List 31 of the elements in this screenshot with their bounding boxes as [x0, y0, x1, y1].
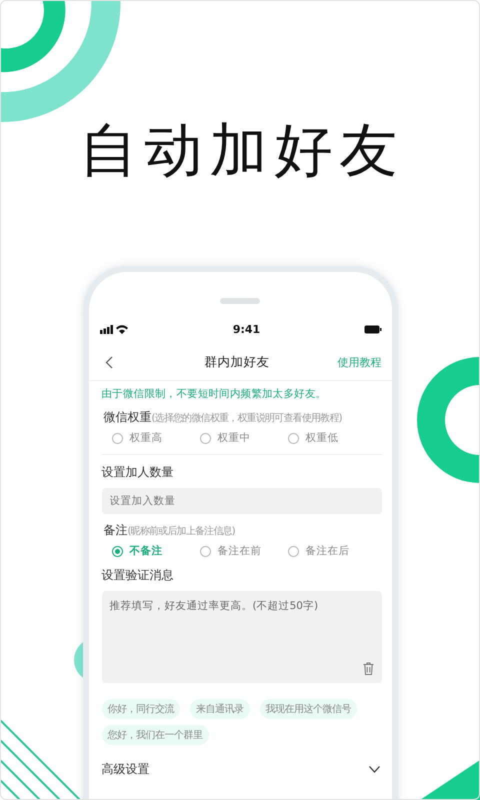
status-time: 9:41 [232, 322, 260, 336]
battery-icon [364, 324, 382, 334]
message-input-field[interactable]: 推荐填写，好友通过率更高。(不超过50字) [102, 591, 382, 683]
notice-text: 由于微信限制，不要短时间内频繁加太多好友。 [102, 387, 328, 401]
template-chip[interactable]: 来自通讯录 [190, 699, 250, 719]
speaker-slot [220, 298, 260, 304]
field-hint: (昵称前或后加上备注信息) [128, 524, 235, 538]
headline: 自动加好友 [80, 115, 404, 186]
advanced-settings-label[interactable]: 高级设置 [102, 761, 150, 778]
chevron-down-icon[interactable] [368, 766, 380, 773]
template-chip[interactable]: 我现在用这个微信号 [260, 699, 357, 719]
radio-option[interactable]: 备注在前 [200, 544, 288, 558]
radio-option[interactable]: 权重高 [112, 431, 200, 445]
triangle-drawing [420, 760, 480, 800]
radio-option[interactable]: 权重中 [200, 431, 288, 445]
field-label: 设置验证消息 [102, 567, 174, 584]
tutorial-link[interactable]: 使用教程 [338, 354, 382, 370]
template-chip[interactable]: 您好，我们在一个群里 [102, 725, 208, 745]
count-input-field[interactable]: 设置加入数量 [102, 488, 382, 514]
field-label: 微信权重 [104, 409, 152, 426]
screen-title: 群内加好友 [204, 354, 270, 370]
radio-option[interactable]: 权重低 [288, 431, 376, 445]
radio-option[interactable]: 备注在后 [288, 544, 376, 558]
radio-option[interactable]: 不备注 [112, 544, 200, 558]
trash-icon[interactable] [362, 662, 374, 675]
back-icon[interactable] [104, 356, 112, 368]
field-label: 备注 [104, 522, 128, 539]
field-label: 设置加人数量 [102, 464, 174, 481]
field-hint: (选择您的微信权重，权重说明可查看使用教程) [152, 412, 342, 425]
template-chip[interactable]: 你好，同行交流 [102, 699, 180, 719]
signal-icon [100, 324, 130, 334]
